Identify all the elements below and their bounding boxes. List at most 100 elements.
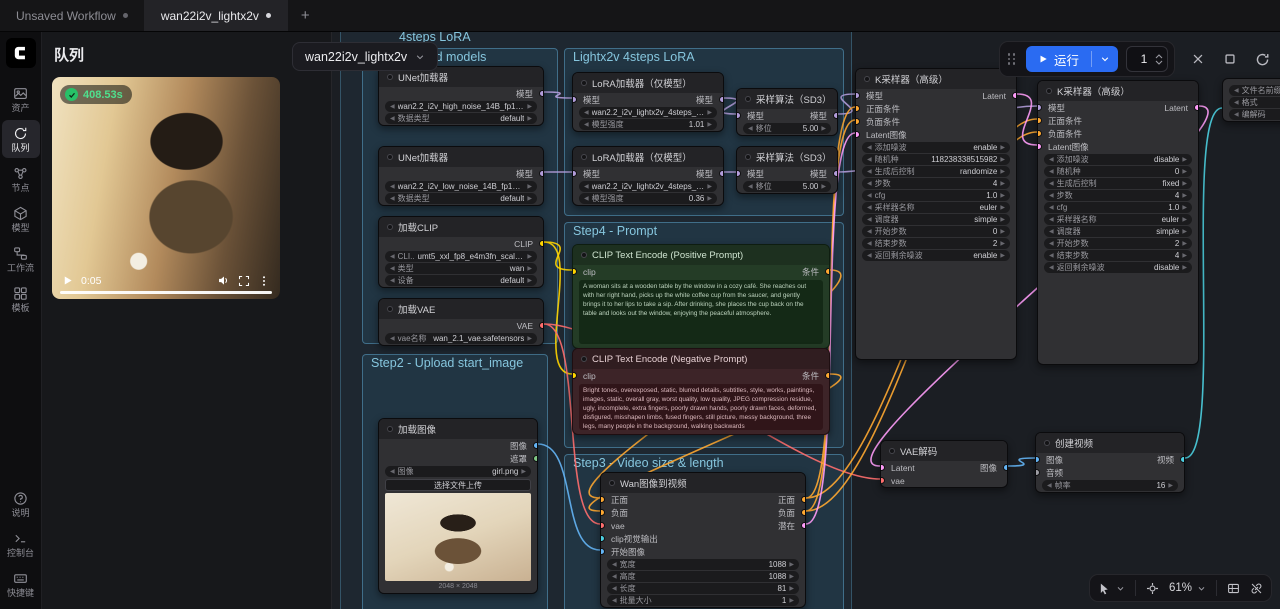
- node-widget[interactable]: ◀类型wan▶: [385, 263, 537, 274]
- pointer-tool-button[interactable]: [1098, 582, 1125, 595]
- collapse-dot-icon[interactable]: [1044, 440, 1050, 446]
- node-widget[interactable]: ◀调度器simple▶: [1044, 226, 1192, 237]
- node-widget[interactable]: ◀添加噪波enable▶: [862, 142, 1010, 153]
- sidebar-item-workflow[interactable]: 工作流: [2, 240, 40, 278]
- kebab-menu-icon[interactable]: [258, 275, 270, 287]
- node-title[interactable]: LoRA加载器（仅模型）: [573, 73, 723, 93]
- input-port[interactable]: [572, 372, 577, 379]
- node-wan-i2v[interactable]: Wan图像到视频正面正面负面负面vae潜在clip视觉输出开始图像◀宽度1088…: [600, 472, 806, 608]
- interrupt-button[interactable]: [1189, 50, 1207, 68]
- node-widget[interactable]: ◀CLI..umt5_xxl_fp8_e4m3fn_scaled.safeten…: [385, 251, 537, 262]
- node-widget[interactable]: ◀长度81▶: [607, 583, 799, 594]
- node-pos-prompt[interactable]: CLIP Text Encode (Positive Prompt)clip条件…: [572, 244, 830, 349]
- link-visibility-button[interactable]: [1250, 582, 1263, 595]
- node-title[interactable]: Wan图像到视频: [601, 473, 805, 493]
- node-title[interactable]: K采样器（高级）: [1038, 81, 1198, 101]
- input-port[interactable]: [736, 112, 741, 119]
- input-port[interactable]: [1037, 143, 1042, 150]
- tab-wan22i2v-lightx2v[interactable]: wan22i2v_lightx2v: [145, 0, 288, 31]
- node-widget[interactable]: ◀设备default▶: [385, 275, 537, 286]
- node-title[interactable]: 加载图像: [379, 419, 537, 439]
- zoom-level-button[interactable]: 61%: [1169, 582, 1206, 594]
- prompt-text[interactable]: Bright tones, overexposed, static, blurr…: [579, 384, 823, 430]
- fit-view-button[interactable]: [1146, 582, 1159, 595]
- output-port[interactable]: [719, 170, 724, 177]
- output-port[interactable]: [825, 268, 830, 275]
- node-title[interactable]: 创建视频: [1036, 433, 1184, 453]
- output-port[interactable]: [801, 496, 806, 503]
- input-port[interactable]: [600, 522, 605, 529]
- node-widget[interactable]: ◀添加噪波disable▶: [1044, 154, 1192, 165]
- node-widget[interactable]: ◀宽度1088▶: [607, 559, 799, 570]
- collapse-dot-icon[interactable]: [387, 74, 393, 80]
- node-title[interactable]: 采样算法（SD3）: [737, 89, 837, 109]
- node-widget[interactable]: ◀步数4▶: [1044, 190, 1192, 201]
- input-port[interactable]: [1037, 130, 1042, 137]
- node-widget[interactable]: ◀wan2.2_i2v_high_noise_14B_fp16.safetens…: [385, 101, 537, 112]
- output-port[interactable]: [539, 322, 544, 329]
- output-port[interactable]: [833, 170, 838, 177]
- node-widget[interactable]: ◀vae名称wan_2.1_vae.safetensors▶: [385, 333, 537, 344]
- sidebar-item-nodes[interactable]: 节点: [2, 160, 40, 198]
- input-port[interactable]: [600, 535, 605, 542]
- stop-button[interactable]: [1221, 50, 1239, 68]
- output-port[interactable]: [1012, 92, 1017, 99]
- node-widget[interactable]: ◀随机种118238338515982▶: [862, 154, 1010, 165]
- output-port[interactable]: [539, 90, 544, 97]
- input-port[interactable]: [855, 105, 860, 112]
- node-widget[interactable]: ◀模型强度1.01▶: [579, 119, 717, 130]
- node-widget[interactable]: ◀开始步数2▶: [1044, 238, 1192, 249]
- node-widget[interactable]: ◀格式▶: [1229, 97, 1280, 108]
- node-widget[interactable]: ◀cfg1.0▶: [862, 190, 1010, 201]
- input-port[interactable]: [1035, 469, 1040, 476]
- input-port[interactable]: [1037, 117, 1042, 124]
- node-unet-high[interactable]: UNet加载器模型◀wan2.2_i2v_high_noise_14B_fp16…: [378, 66, 544, 126]
- node-shift-high[interactable]: 采样算法（SD3）模型模型◀移位5.00▶: [736, 88, 838, 136]
- node-widget[interactable]: ◀开始步数0▶: [862, 226, 1010, 237]
- node-shift-low[interactable]: 采样算法（SD3）模型模型◀移位5.00▶: [736, 146, 838, 194]
- queue-result-video[interactable]: 408.53s 0:05: [52, 77, 280, 299]
- node-neg-prompt[interactable]: CLIP Text Encode (Negative Prompt)clip条件…: [572, 348, 830, 435]
- node-widget[interactable]: ◀生成后控制randomize▶: [862, 166, 1010, 177]
- node-widget[interactable]: ◀文件名前缀▶: [1229, 85, 1280, 96]
- input-port[interactable]: [855, 92, 860, 99]
- stepper-arrows[interactable]: [1155, 54, 1163, 65]
- output-port[interactable]: [801, 509, 806, 516]
- node-ksampler-2[interactable]: K采样器（高级）模型Latent正面条件负面条件Latent图像◀添加噪波dis…: [1037, 80, 1199, 365]
- sidebar-item-models[interactable]: 模型: [2, 200, 40, 238]
- node-widget[interactable]: ◀移位5.00▶: [743, 123, 831, 134]
- node-create-video[interactable]: 创建视频图像视频音频◀帧率16▶: [1035, 432, 1185, 493]
- history-button[interactable]: [1253, 50, 1272, 69]
- node-title[interactable]: 采样算法（SD3）: [737, 147, 837, 167]
- collapse-dot-icon[interactable]: [864, 76, 870, 82]
- prompt-text[interactable]: A woman sits at a wooden table by the wi…: [579, 280, 823, 344]
- input-port[interactable]: [572, 268, 577, 275]
- fullscreen-icon[interactable]: [238, 275, 250, 287]
- node-widget[interactable]: ◀数据类型default▶: [385, 113, 537, 124]
- input-port[interactable]: [1035, 456, 1040, 463]
- play-icon[interactable]: [62, 275, 73, 286]
- node-title[interactable]: K采样器（高级）: [856, 69, 1016, 89]
- collapse-dot-icon[interactable]: [581, 80, 587, 86]
- sidebar-item-queue[interactable]: 队列: [2, 120, 40, 158]
- node-widget[interactable]: ◀移位5.00▶: [743, 181, 831, 192]
- input-port[interactable]: [600, 509, 605, 516]
- sidebar-item-templates[interactable]: 模板: [2, 280, 40, 318]
- collapse-dot-icon[interactable]: [889, 448, 895, 454]
- node-widget[interactable]: ◀cfg1.0▶: [1044, 202, 1192, 213]
- node-lora-low[interactable]: LoRA加载器（仅模型）模型模型◀wan2.2_i2v_lightx2v_4st…: [572, 146, 724, 206]
- collapse-dot-icon[interactable]: [745, 96, 751, 102]
- minimap-button[interactable]: [1227, 582, 1240, 595]
- node-widget[interactable]: ◀结束步数2▶: [862, 238, 1010, 249]
- node-canvas[interactable]: 4steps LoRAStep1 - Load modelsLightx2v 4…: [332, 32, 1280, 609]
- node-widget[interactable]: ◀步数4▶: [862, 178, 1010, 189]
- node-title[interactable]: UNet加载器: [379, 147, 543, 167]
- node-title[interactable]: CLIP Text Encode (Negative Prompt): [573, 349, 829, 369]
- node-ksampler-1[interactable]: K采样器（高级）模型Latent正面条件负面条件Latent图像◀添加噪波ena…: [855, 68, 1017, 360]
- node-load-image[interactable]: 加载图像图像遮罩◀图像girl.png▶选择文件上传2048 × 2048: [378, 418, 538, 594]
- input-port[interactable]: [1037, 104, 1042, 111]
- sidebar-item-terminal[interactable]: 控制台: [2, 525, 40, 563]
- input-port[interactable]: [600, 548, 605, 555]
- node-widget[interactable]: ◀生成后控制fixed▶: [1044, 178, 1192, 189]
- output-port[interactable]: [719, 96, 724, 103]
